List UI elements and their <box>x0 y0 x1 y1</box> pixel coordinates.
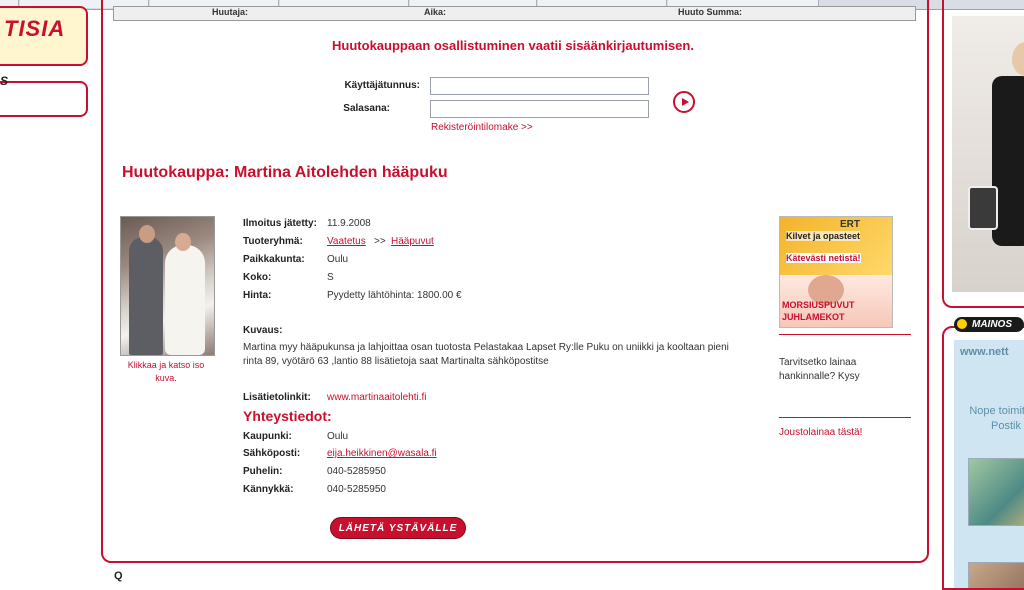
signs-ad-line2: Kätevästi netistä! <box>786 253 861 263</box>
detail-value-location: Oulu <box>327 254 349 265</box>
detail-value-price: Pyydetty lähtöhinta: 1800.00 € <box>327 290 462 301</box>
header-bidder: Huutaja: <box>212 7 248 17</box>
login-required-message: Huutokauppaan osallistuminen vaatii sisä… <box>332 38 694 53</box>
category-separator: >> <box>374 236 386 247</box>
contact-key-city: Kaupunki: <box>243 431 292 442</box>
loan-link[interactable]: Joustolainaa tästä! <box>779 427 862 438</box>
contact-title: Yhteystiedot: <box>243 408 332 424</box>
detail-key-size: Koko: <box>243 272 272 283</box>
photo-bride-head <box>175 233 191 251</box>
detail-key-category: Tuoteryhmä: <box>243 236 303 247</box>
photo-bride <box>165 245 205 355</box>
right-ad-thumbnail[interactable] <box>968 562 1024 588</box>
auction-photo[interactable] <box>120 216 215 356</box>
fashion-ad-image <box>952 16 1024 292</box>
left-panel-box <box>0 81 88 117</box>
photo-caption-link[interactable]: Klikkaa ja katso iso kuva. <box>116 359 216 385</box>
right-ad-thumbnail[interactable] <box>968 458 1024 526</box>
category-link-clothing[interactable]: Vaatetus <box>327 236 366 247</box>
register-link[interactable]: Rekisteröintilomake >> <box>431 122 533 133</box>
right-ad-site: www.nett <box>960 346 1009 358</box>
contact-key-mobile: Kännykkä: <box>243 484 294 495</box>
right-ad-box[interactable]: www.nett Nope toimitu ei Postik <box>942 326 1024 590</box>
right-fashion-ad[interactable] <box>942 0 1024 308</box>
dresses-ad-line4: JUHLAMEKOT <box>782 312 845 322</box>
password-label: Salasana: <box>343 103 390 114</box>
model-head <box>1012 42 1024 76</box>
detail-key-price: Hinta: <box>243 290 272 301</box>
description-label: Kuvaus: <box>243 325 283 336</box>
send-to-friend-button[interactable]: LÄHETÄ YSTÄVÄLLE <box>330 517 466 539</box>
side-divider <box>779 334 911 335</box>
category-link-wedding-dresses[interactable]: Hääpuvut <box>391 236 434 247</box>
bids-header-row: Huutaja: Aika: Huuto Summa: <box>113 6 916 21</box>
model-bag <box>968 186 998 230</box>
side-divider <box>779 417 911 418</box>
header-amount: Huuto Summa: <box>678 7 742 17</box>
description-text: Martina myy hääpukunsa ja lahjoittaa osa… <box>243 342 729 367</box>
password-input[interactable] <box>430 100 649 118</box>
signs-ad-line1: Kilvet ja opasteet <box>786 231 861 241</box>
dresses-ad: MORSIUSPUVUT JUHLAMEKOT <box>780 275 892 327</box>
contact-email-link[interactable]: eija.heikkinen@wasala.fi <box>327 448 437 459</box>
bottom-section-label: Q <box>114 570 123 582</box>
left-panel-label: S <box>0 74 9 88</box>
site-logo: TISIA <box>4 16 66 41</box>
detail-value-size: S <box>327 272 334 283</box>
detail-value-posted: 11.9.2008 <box>327 218 371 229</box>
contact-key-phone: Puhelin: <box>243 466 283 477</box>
auction-title: Huutokauppa: Martina Aitolehden hääpuku <box>122 164 448 181</box>
loan-text: Tarvitsetko lainaa hankinnalle? Kysy <box>779 357 860 382</box>
contact-value-city: Oulu <box>327 431 349 442</box>
username-input[interactable] <box>430 77 649 95</box>
dresses-ad-line3: MORSIUSPUVUT <box>782 300 855 310</box>
more-links-label: Lisätietolinkit: <box>243 392 311 403</box>
right-ad-content: www.nett Nope toimitu ei Postik <box>954 340 1024 588</box>
detail-key-location: Paikkakunta: <box>243 254 305 265</box>
photo-groom-head <box>139 225 155 243</box>
username-label: Käyttäjätunnus: <box>344 80 420 91</box>
more-links-value[interactable]: www.martinaaitolehti.fi <box>327 392 426 403</box>
site-logo-box[interactable]: TISIA <box>0 6 88 66</box>
contact-value-phone: 040-5285950 <box>327 466 386 477</box>
login-submit-button[interactable] <box>673 91 695 113</box>
right-ad-text: Nope toimitu ei Postik <box>969 405 1024 432</box>
signs-ad-brand: ERT <box>840 219 860 230</box>
detail-key-posted: Ilmoitus jätetty: <box>243 218 317 229</box>
header-time: Aika: <box>424 7 447 17</box>
signs-ad-top: ERT Kilvet ja opasteet Kätevästi netistä… <box>780 217 892 275</box>
contact-key-email: Sähköposti: <box>243 448 301 459</box>
dresses-ad-text: MORSIUSPUVUT JUHLAMEKOT <box>782 299 855 323</box>
signs-ad-banner[interactable]: ERT Kilvet ja opasteet Kätevästi netistä… <box>779 216 893 328</box>
ads-section-label: MAINOS <box>954 317 1024 332</box>
photo-groom <box>129 237 163 355</box>
contact-value-mobile: 040-5285950 <box>327 484 386 495</box>
